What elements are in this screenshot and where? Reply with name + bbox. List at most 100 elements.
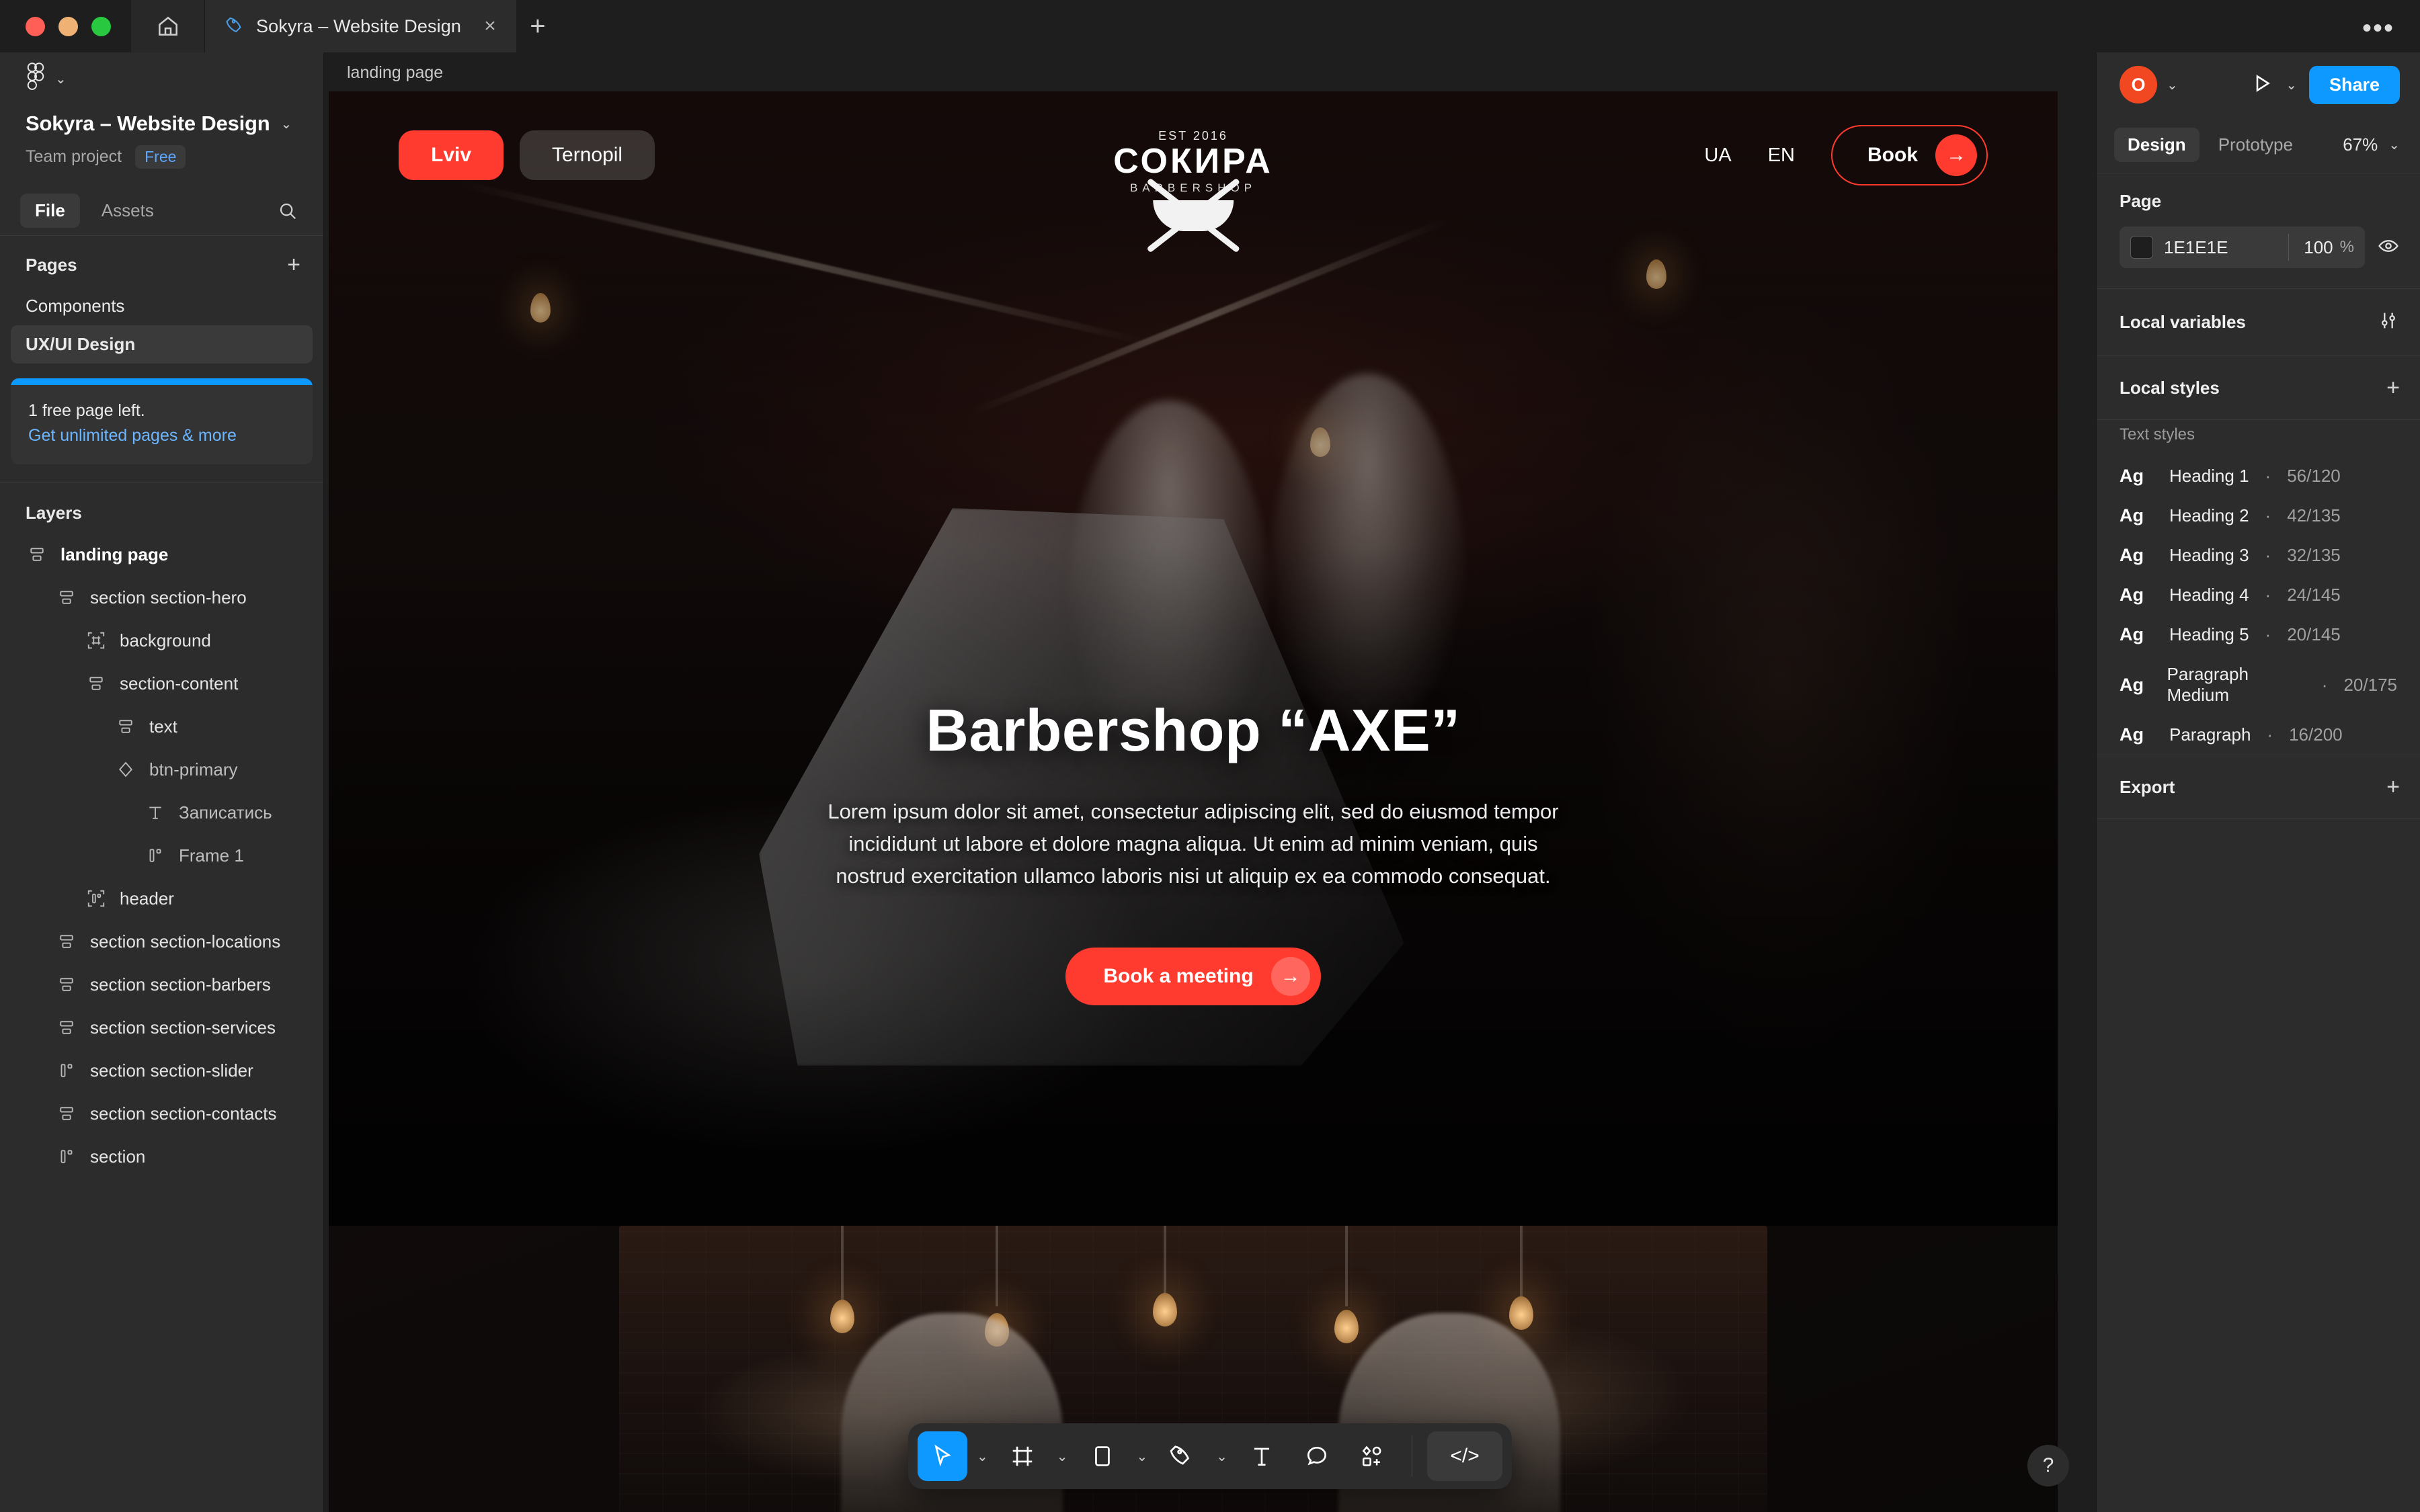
pen-tool-chevron-down-icon[interactable]: ⌄ xyxy=(1212,1448,1232,1465)
tab-file[interactable]: File xyxy=(20,194,80,228)
pen-tool[interactable] xyxy=(1157,1431,1207,1481)
layer-row[interactable]: btn-primary xyxy=(0,748,323,791)
file-tab[interactable]: Sokyra – Website Design × xyxy=(205,0,516,52)
fill-hex-value[interactable]: 1E1E1E xyxy=(2164,237,2228,258)
layer-row[interactable]: section-content xyxy=(0,662,323,705)
figma-toolbar[interactable]: ⌄ ⌄ ⌄ ⌄ </> xyxy=(908,1423,1513,1489)
landing-page-frame[interactable]: Lviv Ternopil UA EN Book → EST 2016 СОКИ… xyxy=(329,91,2058,1512)
close-icon[interactable]: × xyxy=(479,15,501,38)
overflow-menu-icon[interactable]: ••• xyxy=(2362,15,2394,42)
shape-tool-chevron-down-icon[interactable]: ⌄ xyxy=(1133,1448,1152,1465)
avatar-chevron-down-icon[interactable]: ⌄ xyxy=(2167,77,2178,93)
text-style-item[interactable]: Ag Heading 5 · 20/145 xyxy=(2097,615,2420,655)
add-style-button[interactable]: + xyxy=(2386,376,2400,399)
file-menu-chevron-icon[interactable]: ⌄ xyxy=(281,116,292,132)
search-icon[interactable] xyxy=(278,201,298,221)
city-switcher[interactable]: Lviv Ternopil xyxy=(399,130,655,180)
layer-row[interactable]: Записатись xyxy=(0,791,323,834)
layer-row[interactable]: landing page xyxy=(0,533,323,576)
dev-mode-button[interactable]: </> xyxy=(1427,1431,1503,1481)
color-swatch[interactable] xyxy=(2130,236,2153,259)
autolayout-icon xyxy=(55,1145,78,1168)
text-style-name: Heading 2 xyxy=(2169,505,2249,526)
page-item-components[interactable]: Components xyxy=(0,287,323,325)
text-style-preview: Ag xyxy=(2120,545,2144,565)
arrow-right-icon: → xyxy=(1270,957,1310,997)
text-style-item[interactable]: Ag Heading 4 · 24/145 xyxy=(2097,575,2420,615)
lang-en[interactable]: EN xyxy=(1768,144,1795,167)
text-style-item[interactable]: Ag Heading 1 · 56/120 xyxy=(2097,456,2420,496)
add-export-button[interactable]: + xyxy=(2386,775,2400,798)
frame-tool-chevron-down-icon[interactable]: ⌄ xyxy=(1053,1448,1072,1465)
text-style-preview: Ag xyxy=(2120,466,2144,486)
layer-row[interactable]: section section-services xyxy=(0,1006,323,1049)
move-tool[interactable] xyxy=(917,1431,967,1481)
comment-tool[interactable] xyxy=(1292,1431,1342,1481)
layer-row[interactable]: section section-locations xyxy=(0,920,323,963)
promo-link[interactable]: Get unlimited pages & more xyxy=(28,426,295,446)
home-icon[interactable] xyxy=(131,0,205,52)
variables-icon[interactable] xyxy=(2377,309,2400,335)
page-fill-control[interactable]: 1E1E1E 100 % xyxy=(2120,226,2365,268)
layer-row[interactable]: section section-slider xyxy=(0,1049,323,1092)
text-tool[interactable] xyxy=(1237,1431,1287,1481)
text-style-name: Heading 3 xyxy=(2169,545,2249,565)
page-item-uxui-design[interactable]: UX/UI Design xyxy=(11,325,313,364)
add-page-button[interactable]: + xyxy=(287,253,300,276)
tab-prototype[interactable]: Prototype xyxy=(2205,128,2306,162)
maximize-window-button[interactable] xyxy=(91,17,111,36)
tab-design[interactable]: Design xyxy=(2114,128,2200,162)
present-chevron-down-icon[interactable]: ⌄ xyxy=(2286,77,2297,93)
frame-icon xyxy=(55,586,78,609)
play-icon[interactable] xyxy=(2249,71,2273,99)
text-style-item[interactable]: Ag Heading 3 · 32/135 xyxy=(2097,536,2420,575)
layer-row[interactable]: text xyxy=(0,705,323,748)
tab-assets[interactable]: Assets xyxy=(87,194,169,228)
plan-badge[interactable]: Free xyxy=(135,145,186,169)
eye-icon[interactable] xyxy=(2377,235,2400,261)
new-tab-button[interactable]: + xyxy=(516,0,559,52)
layer-row[interactable]: section section-barbers xyxy=(0,963,323,1006)
avatar[interactable]: O xyxy=(2120,66,2157,103)
text-style-item[interactable]: Ag Paragraph · 16/200 xyxy=(2097,715,2420,755)
close-window-button[interactable] xyxy=(26,17,45,36)
plugins-tool[interactable] xyxy=(1347,1431,1397,1481)
city-button-lviv[interactable]: Lviv xyxy=(399,130,504,180)
layer-label: Записатись xyxy=(179,802,272,823)
layer-row[interactable]: Frame 1 xyxy=(0,834,323,877)
minimize-window-button[interactable] xyxy=(58,17,78,36)
move-tool-chevron-down-icon[interactable]: ⌄ xyxy=(973,1448,992,1465)
help-button[interactable]: ? xyxy=(2027,1445,2069,1486)
header-book-button[interactable]: Book → xyxy=(1831,125,1988,185)
design-canvas[interactable]: landing page Lviv Ternopil UA EN Book → … xyxy=(324,52,2096,1512)
figma-logo-menu[interactable]: ⌄ xyxy=(26,62,67,95)
window-controls[interactable] xyxy=(0,17,131,52)
site-logo[interactable]: EST 2016 СОКИРА BARBERSHOP xyxy=(1113,129,1273,294)
frame-tool[interactable] xyxy=(998,1431,1047,1481)
text-style-item[interactable]: Ag Paragraph Medium · 20/175 xyxy=(2097,655,2420,715)
logo-subtitle: BARBERSHOP xyxy=(1129,181,1257,194)
lang-ua[interactable]: UA xyxy=(1704,144,1731,167)
zoom-control[interactable]: 67% ⌄ xyxy=(2343,134,2400,155)
layer-row[interactable]: section section-hero xyxy=(0,576,323,619)
layer-row[interactable]: header xyxy=(0,877,323,920)
text-style-item[interactable]: Ag Heading 2 · 42/135 xyxy=(2097,496,2420,536)
layer-row[interactable]: background xyxy=(0,619,323,662)
upgrade-promo-card[interactable]: 1 free page left. Get unlimited pages & … xyxy=(11,378,313,464)
layer-row[interactable]: section section-contacts xyxy=(0,1092,323,1135)
frame-icon xyxy=(55,1102,78,1125)
local-styles-row[interactable]: Local styles + xyxy=(2097,356,2420,420)
zoom-chevron-down-icon[interactable]: ⌄ xyxy=(2388,136,2400,153)
frame-name-label[interactable]: landing page xyxy=(347,63,443,83)
fill-opacity-value[interactable]: 100 xyxy=(2304,237,2333,258)
local-variables-row[interactable]: Local variables xyxy=(2097,289,2420,356)
export-row[interactable]: Export + xyxy=(2097,755,2420,819)
share-button[interactable]: Share xyxy=(2308,65,2400,104)
chevron-down-icon[interactable]: ⌄ xyxy=(55,71,67,87)
layer-label: section section-slider xyxy=(90,1060,253,1081)
shape-tool[interactable] xyxy=(1078,1431,1127,1481)
layer-row[interactable]: section xyxy=(0,1135,323,1178)
figma-logo xyxy=(26,62,46,95)
city-button-ternopil[interactable]: Ternopil xyxy=(520,130,655,180)
hero-cta-button[interactable]: Book a meeting → xyxy=(1065,948,1321,1006)
